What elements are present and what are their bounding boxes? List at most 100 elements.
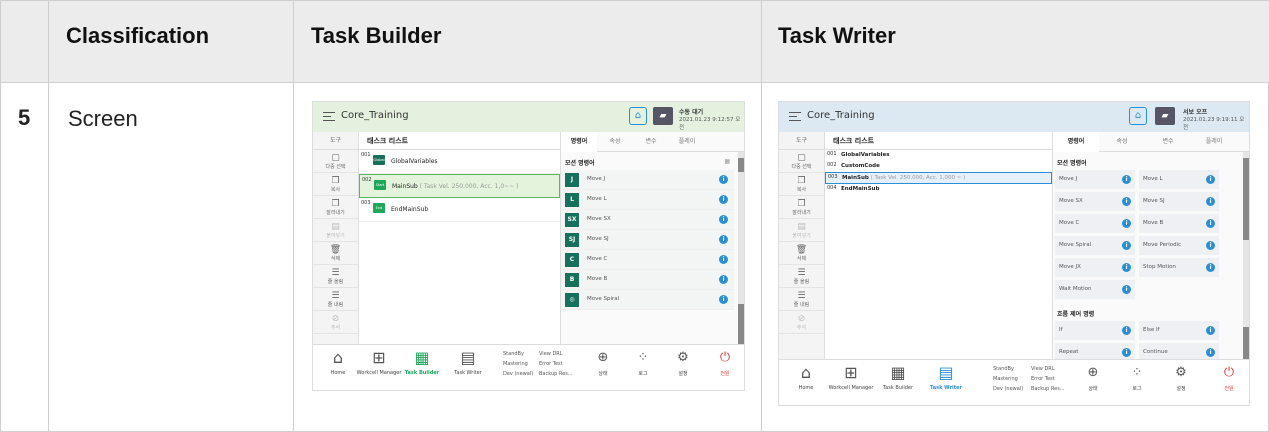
shortcut-link[interactable]: Dev (newal) xyxy=(993,386,1023,392)
tool-outdent[interactable]: ☰ 줄 내림 xyxy=(313,288,358,311)
tool-paste[interactable]: ▤ 붙여넣기 xyxy=(779,219,824,242)
command-item[interactable]: SJ Move SJ i xyxy=(561,230,734,250)
tab-0[interactable]: 명령어 xyxy=(1053,132,1099,152)
command-cell[interactable]: Move JX i xyxy=(1055,258,1135,277)
info-icon[interactable]: i xyxy=(1122,219,1131,228)
tool-copy[interactable]: ❐ 복사 xyxy=(779,173,824,196)
info-icon[interactable]: i xyxy=(1122,348,1131,357)
info-icon[interactable]: i xyxy=(1122,197,1131,206)
shortcut-link[interactable]: StandBy xyxy=(503,351,524,357)
info-icon[interactable]: i xyxy=(1122,175,1131,184)
status-log[interactable]: ⁘ 로그 xyxy=(629,349,657,377)
info-icon[interactable]: i xyxy=(1206,348,1215,357)
scroll-thumb-lower[interactable] xyxy=(1243,327,1249,359)
info-icon[interactable]: i xyxy=(1122,241,1131,250)
status-log[interactable]: ⁘ 로그 xyxy=(1123,364,1151,392)
scroll-thumb-lower[interactable] xyxy=(738,304,744,344)
shortcut-link[interactable]: Mastering xyxy=(503,361,528,367)
grid-view-icon[interactable]: ▦ xyxy=(724,158,730,165)
status-power[interactable]: ⏻ 전원 xyxy=(711,349,739,377)
nav-workcell[interactable]: ⊞ Workcell Manager xyxy=(353,349,405,377)
nav-task-builder[interactable]: ▦ Task Builder xyxy=(401,349,443,377)
nav-task-writer[interactable]: ▤ Task Writer xyxy=(447,349,489,377)
tool-delete[interactable]: 🗑 삭제 xyxy=(313,242,358,265)
tool-outdent[interactable]: ☰ 줄 내림 xyxy=(779,288,824,311)
scrollbar[interactable] xyxy=(1243,152,1249,359)
tab-3[interactable]: 플레이 xyxy=(669,132,705,152)
info-icon[interactable]: i xyxy=(1206,241,1215,250)
command-cell[interactable]: Move Periodic i xyxy=(1139,236,1219,255)
tool-indent[interactable]: ☰ 줄 올림 xyxy=(779,265,824,288)
status-power[interactable]: ⏻ 전원 xyxy=(1215,364,1243,392)
info-icon[interactable]: i xyxy=(719,255,728,264)
command-item[interactable]: SX Move SX i xyxy=(561,210,734,230)
tool-multi-select[interactable]: ▢ 다중 선택 xyxy=(779,150,824,173)
info-icon[interactable]: i xyxy=(719,235,728,244)
tool-comment[interactable]: ⊘ 주석 xyxy=(779,311,824,334)
task-row[interactable]: 003 End EndMainSub xyxy=(359,198,560,222)
command-cell[interactable]: Move B i xyxy=(1139,214,1219,233)
command-cell[interactable]: Stop Motion i xyxy=(1139,258,1219,277)
shortcut-link[interactable]: Error Test xyxy=(1031,376,1055,382)
shortcut-link[interactable]: StandBy xyxy=(993,366,1014,372)
command-cell[interactable]: Else If i xyxy=(1139,321,1219,340)
command-item[interactable]: B Move B i xyxy=(561,270,734,290)
shortcut-link[interactable]: Backup Res... xyxy=(1031,386,1065,392)
menu-icon[interactable] xyxy=(323,112,335,121)
task-row[interactable]: 001 GlobalVariables xyxy=(825,150,1052,161)
nav-workcell[interactable]: ⊞ Workcell Manager xyxy=(825,364,877,392)
task-row[interactable]: 004 EndMainSub xyxy=(825,184,1052,195)
info-icon[interactable]: i xyxy=(1206,263,1215,272)
command-cell[interactable]: Move J i xyxy=(1055,170,1135,189)
shortcut-link[interactable]: Backup Res... xyxy=(539,371,573,377)
command-item[interactable]: ◎ Move Spiral i xyxy=(561,290,734,310)
tab-2[interactable]: 변수 xyxy=(1145,132,1191,152)
command-cell[interactable]: If i xyxy=(1055,321,1135,340)
status-settings[interactable]: ⚙ 설정 xyxy=(1167,364,1195,392)
info-icon[interactable]: i xyxy=(1206,219,1215,228)
shortcut-link[interactable]: View DRL xyxy=(539,351,563,357)
info-icon[interactable]: i xyxy=(719,215,728,224)
info-icon[interactable]: i xyxy=(1122,263,1131,272)
info-icon[interactable]: i xyxy=(719,175,728,184)
info-icon[interactable]: i xyxy=(1206,175,1215,184)
tab-3[interactable]: 플레이 xyxy=(1191,132,1237,152)
tool-cut[interactable]: ❐ 잘라내기 xyxy=(313,196,358,219)
status-status[interactable]: ⊕ 상태 xyxy=(1079,364,1107,392)
tab-2[interactable]: 변수 xyxy=(633,132,669,152)
info-icon[interactable]: i xyxy=(1206,197,1215,206)
nav-task-writer[interactable]: ▤ Task Writer xyxy=(925,364,967,392)
tab-1[interactable]: 속성 xyxy=(597,132,633,152)
command-item[interactable]: J Move J i xyxy=(561,170,734,190)
command-cell[interactable]: Move Spiral i xyxy=(1055,236,1135,255)
status-settings[interactable]: ⚙ 설정 xyxy=(669,349,697,377)
tool-delete[interactable]: 🗑 삭제 xyxy=(779,242,824,265)
command-item[interactable]: L Move L i xyxy=(561,190,734,210)
command-cell[interactable]: Move SX i xyxy=(1055,192,1135,211)
tool-cut[interactable]: ❐ 잘라내기 xyxy=(779,196,824,219)
tool-copy[interactable]: ❐ 복사 xyxy=(313,173,358,196)
info-icon[interactable]: i xyxy=(1122,285,1131,294)
info-icon[interactable]: i xyxy=(719,295,728,304)
tool-comment[interactable]: ⊘ 주석 xyxy=(313,311,358,334)
robot-home-icon[interactable]: ⌂ xyxy=(629,107,647,125)
command-cell[interactable]: Move C i xyxy=(1055,214,1135,233)
tool-multi-select[interactable]: ▢ 다중 선택 xyxy=(313,150,358,173)
shortcut-link[interactable]: Dev (newal) xyxy=(503,371,533,377)
info-icon[interactable]: i xyxy=(719,195,728,204)
shortcut-link[interactable]: Error Test xyxy=(539,361,563,367)
nav-home[interactable]: ⌂ Home xyxy=(785,364,827,392)
scroll-thumb[interactable] xyxy=(738,158,744,172)
command-cell[interactable]: Wait Motion i xyxy=(1055,280,1135,299)
tool-indent[interactable]: ☰ 줄 올림 xyxy=(313,265,358,288)
task-row[interactable]: 002 CustomCode xyxy=(825,161,1052,172)
task-row[interactable]: 002 Start MainSub ( Task Vel. 250.000, Acc… xyxy=(359,174,560,198)
tab-1[interactable]: 속성 xyxy=(1099,132,1145,152)
menu-icon[interactable] xyxy=(789,112,801,121)
scrollbar[interactable] xyxy=(738,152,744,344)
task-row[interactable]: 003 MainSub ( Task Vel. 250.000, Acc. 1,0… xyxy=(825,172,1052,184)
robot-home-icon[interactable]: ⌂ xyxy=(1129,107,1147,125)
info-icon[interactable]: i xyxy=(719,275,728,284)
nav-task-builder[interactable]: ▦ Task Builder xyxy=(877,364,919,392)
command-cell[interactable]: Move SJ i xyxy=(1139,192,1219,211)
